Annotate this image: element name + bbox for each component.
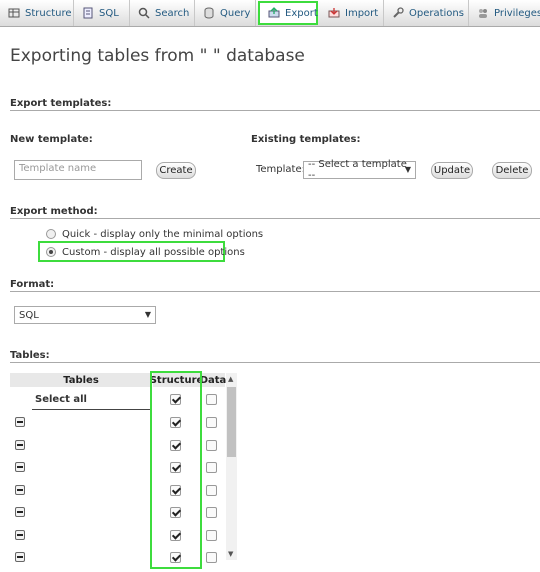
tab-query-label: Query: [220, 7, 251, 19]
collapse-icon[interactable]: [15, 552, 25, 562]
collapse-icon[interactable]: [15, 417, 25, 427]
search-icon: [138, 7, 150, 19]
data-checkbox[interactable]: [206, 507, 217, 518]
tab-privileges-label: Privileges: [494, 7, 540, 19]
select-all-label: Select all: [35, 394, 87, 405]
import-icon: [328, 7, 340, 19]
data-checkbox[interactable]: [206, 439, 217, 451]
col-data-header[interactable]: Data: [200, 373, 226, 387]
structure-checkbox[interactable]: [170, 529, 181, 541]
export-templates-heading: Export templates:: [10, 98, 112, 109]
tab-operations-label: Operations: [409, 7, 464, 19]
col-structure-header[interactable]: Structure: [150, 373, 203, 387]
structure-checkbox[interactable]: [170, 507, 181, 518]
update-button[interactable]: Update: [431, 162, 473, 179]
tab-operations[interactable]: Operations: [384, 0, 469, 26]
divider: [10, 362, 540, 363]
template-name-input[interactable]: Template name: [14, 160, 142, 180]
format-select[interactable]: SQL ▼: [14, 306, 156, 324]
custom-radio[interactable]: [46, 247, 56, 257]
tab-export-label: Export: [285, 7, 318, 19]
select-all-structure-checkbox[interactable]: [170, 394, 181, 405]
chevron-down-icon: ▼: [404, 165, 411, 174]
export-icon: [268, 7, 280, 19]
collapse-icon[interactable]: [15, 439, 25, 450]
scrollbar-thumb[interactable]: [227, 387, 236, 457]
tab-search-label: Search: [155, 7, 190, 19]
structure-checkbox[interactable]: [170, 439, 181, 451]
export-method-heading: Export method:: [10, 206, 98, 217]
divider: [10, 291, 540, 292]
scroll-up-icon[interactable]: ▲: [228, 375, 233, 383]
structure-checkbox[interactable]: [170, 417, 181, 428]
structure-icon: [8, 7, 20, 19]
tab-export[interactable]: Export: [258, 1, 318, 25]
scroll-down-icon[interactable]: ▼: [228, 550, 233, 558]
template-select[interactable]: -- Select a template -- ▼: [303, 159, 416, 181]
collapse-icon[interactable]: [15, 462, 25, 472]
tab-bar: Structure SQL Search Query Export Import: [0, 0, 540, 27]
select-all-underline: [32, 409, 152, 410]
table-scrollbar[interactable]: ▲ ▼: [226, 373, 237, 560]
quick-radio[interactable]: [46, 229, 56, 239]
data-checkbox[interactable]: [206, 484, 217, 496]
tab-import[interactable]: Import: [320, 0, 384, 26]
divider: [10, 110, 540, 111]
tab-structure-label: Structure: [25, 7, 72, 19]
tab-privileges[interactable]: Privileges: [469, 0, 540, 26]
create-button[interactable]: Create: [156, 162, 196, 179]
col-tables-header[interactable]: Tables: [10, 373, 152, 387]
page-title: Exporting tables from " " database: [10, 46, 305, 66]
new-template-label: New template:: [10, 134, 93, 145]
divider: [10, 218, 540, 219]
structure-checkbox[interactable]: [170, 552, 181, 563]
existing-templates-label: Existing templates:: [251, 134, 361, 145]
data-checkbox[interactable]: [206, 462, 217, 473]
structure-checkbox[interactable]: [170, 462, 181, 473]
collapse-icon[interactable]: [15, 484, 25, 495]
privileges-icon: [477, 7, 489, 19]
select-all-data-checkbox[interactable]: [206, 394, 217, 405]
collapse-icon[interactable]: [15, 507, 25, 517]
format-heading: Format:: [10, 279, 55, 290]
tab-import-label: Import: [345, 7, 379, 19]
tables-heading: Tables:: [10, 350, 50, 361]
tab-search[interactable]: Search: [130, 0, 195, 26]
template-select-value: -- Select a template --: [308, 159, 407, 181]
delete-button[interactable]: Delete: [492, 162, 532, 179]
chevron-down-icon: ▼: [144, 310, 151, 319]
custom-option-label[interactable]: Custom - display all possible options: [62, 247, 245, 258]
data-checkbox[interactable]: [206, 552, 217, 563]
sql-icon: [82, 7, 94, 19]
tab-structure[interactable]: Structure: [0, 0, 74, 26]
data-checkbox[interactable]: [206, 417, 217, 428]
structure-checkbox[interactable]: [170, 484, 181, 496]
wrench-icon: [392, 7, 404, 19]
data-checkbox[interactable]: [206, 529, 217, 541]
tab-sql-label: SQL: [99, 7, 119, 19]
format-select-value: SQL: [19, 309, 39, 321]
template-label: Template:: [256, 164, 305, 175]
tab-query[interactable]: Query: [195, 0, 256, 26]
quick-option-label[interactable]: Quick - display only the minimal options: [62, 229, 263, 240]
query-icon: [203, 7, 215, 19]
tab-sql[interactable]: SQL: [74, 0, 130, 26]
collapse-icon[interactable]: [15, 529, 25, 540]
